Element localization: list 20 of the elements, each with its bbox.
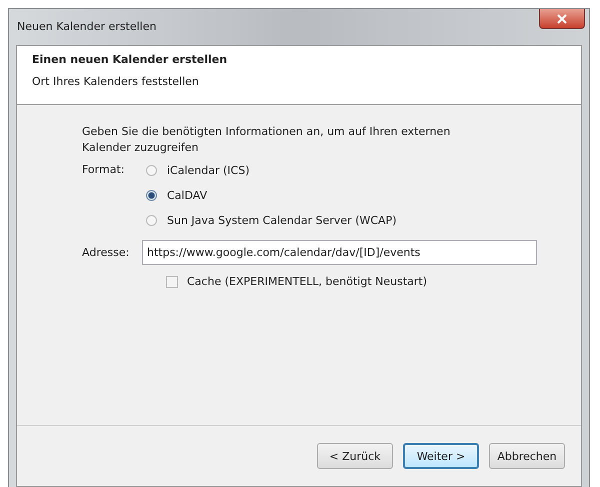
option-label: iCalendar (ICS) <box>167 164 250 176</box>
option-label: CalDAV <box>167 188 208 202</box>
cancel-button[interactable]: Abbrechen <box>489 443 565 469</box>
page-subtitle: Ort Ihres Kalenders feststellen <box>32 75 200 88</box>
cache-label: Cache (EXPERIMENTELL, benötigt Neustart) <box>187 275 428 288</box>
close-button[interactable] <box>539 9 585 29</box>
back-button[interactable]: < Zurück <box>317 443 393 469</box>
cache-checkbox[interactable] <box>166 276 178 288</box>
next-button[interactable]: Weiter > <box>403 443 479 469</box>
instruction-text: Geben Sie die benötigten Informationen an, um auf Ihren externen Kalender zuzugreifen <box>82 124 452 156</box>
address-label: Adresse: <box>82 246 130 259</box>
window-title: Neuen Kalender erstellen <box>17 20 156 33</box>
address-field[interactable]: https://www.google.com/calendar/dav/[ID]/events <box>142 240 537 265</box>
option-label: Sun Java System Calendar Server (WCAP) <box>167 214 396 226</box>
close-icon <box>557 14 567 24</box>
format-label: Format: <box>82 163 126 178</box>
page-title: Einen neuen Kalender erstellen <box>32 53 228 66</box>
radio-button[interactable] <box>146 214 157 226</box>
radio-button[interactable] <box>146 190 157 200</box>
radio-button[interactable] <box>146 164 157 176</box>
